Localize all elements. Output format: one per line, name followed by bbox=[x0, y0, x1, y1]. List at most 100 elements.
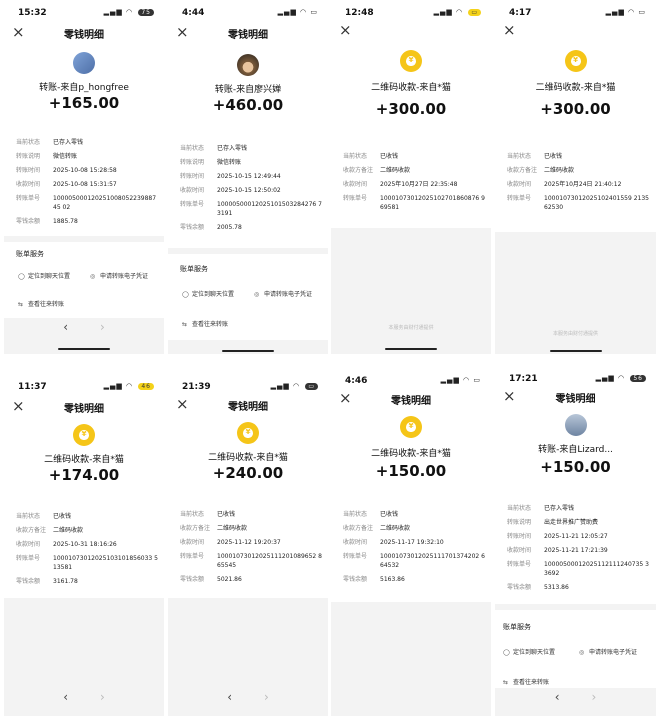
transfer-history-link[interactable]: ⇆ 查看往来转账 bbox=[182, 320, 228, 329]
detail-row: 收款方备注 二维码收款 bbox=[180, 525, 248, 532]
home-indicator bbox=[222, 350, 274, 352]
status-time: 12:48 bbox=[345, 8, 374, 18]
amount: +460.00 bbox=[212, 96, 284, 114]
prev-arrow-icon[interactable]: ‹ bbox=[227, 690, 232, 704]
status-time: 17:21 bbox=[509, 374, 538, 384]
prev-arrow-icon[interactable]: ‹ bbox=[63, 690, 68, 704]
nav-bar: × 零钱明细 bbox=[168, 22, 328, 44]
detail-row: 转账单号 10001073012025111701374202 664532 bbox=[343, 553, 485, 569]
sender-name: 二维码收款-来自*猫 bbox=[371, 83, 451, 93]
detail-row: 转账说明 微信转账 bbox=[16, 153, 78, 160]
detail-list: 当前状态 已收钱 收款方备注 二维码收款 收款时间 2025-11-12 19:20:… bbox=[180, 510, 322, 589]
detail-row: 转账单号 10000500012025100805223988745 02 bbox=[16, 195, 157, 211]
detail-row: 当前状态 已收钱 bbox=[343, 153, 399, 160]
bottom-area bbox=[331, 602, 491, 716]
amount: +300.00 bbox=[375, 100, 447, 118]
nav-bar: × 零钱明细 bbox=[331, 388, 491, 410]
prev-arrow-icon[interactable]: ‹ bbox=[555, 690, 560, 704]
signal-wifi-battery-icon: ▂▄▆ ◠ ▭ bbox=[440, 376, 481, 384]
transfer-history-link[interactable]: ⇆ 查看往来转账 bbox=[503, 678, 549, 687]
chat-icon: ◯ bbox=[18, 273, 25, 280]
detail-row: 收款方备注 二维码收款 bbox=[507, 167, 575, 174]
detail-row: 收款方备注 二维码收款 bbox=[16, 527, 84, 534]
status-time: 4:17 bbox=[509, 8, 532, 18]
locate-chat-link[interactable]: ◯ 定位到聊天位置 bbox=[18, 272, 70, 281]
status-bar: 4:44 ▂▄▆ ◠ ▭ bbox=[168, 2, 328, 24]
sender-name: 转账-来自p_hongfree bbox=[39, 83, 129, 93]
page-title: 零钱明细 bbox=[64, 404, 104, 415]
detail-row: 零钱余额 5313.86 bbox=[507, 584, 569, 591]
detail-row: 当前状态 已收钱 bbox=[16, 513, 72, 520]
signal-wifi-battery-icon: ▂▄▆ ◠ ▭ bbox=[277, 8, 318, 16]
detail-row: 零钱余额 5163.86 bbox=[343, 576, 405, 583]
status-time: 21:39 bbox=[182, 382, 211, 392]
detail-row: 收款方备注 二维码收款 bbox=[343, 525, 411, 532]
money-bag-icon bbox=[400, 416, 422, 438]
detail-row: 收款方备注 二维码收款 bbox=[343, 167, 411, 174]
home-indicator bbox=[385, 348, 437, 350]
detail-row: 当前状态 已存入零钱 bbox=[180, 145, 248, 152]
detail-row: 零钱余额 1885.78 bbox=[16, 218, 78, 225]
status-time: 4:44 bbox=[182, 8, 205, 18]
detail-row: 零钱余额 2005.78 bbox=[180, 224, 242, 231]
service-title: 账单服务 bbox=[503, 623, 531, 631]
next-arrow-icon[interactable]: › bbox=[100, 320, 105, 334]
close-icon[interactable]: × bbox=[503, 21, 516, 39]
detail-row: 转账单号 10001073012025103101856033 513581 bbox=[16, 555, 158, 571]
pager: ‹ › bbox=[4, 690, 164, 704]
divider bbox=[168, 248, 328, 254]
money-bag-icon bbox=[400, 50, 422, 72]
pager: ‹ › bbox=[495, 690, 656, 704]
money-bag-icon bbox=[73, 424, 95, 446]
signal-wifi-battery-icon: ▂▄▆ ◠ ▭ bbox=[271, 382, 318, 390]
detail-row: 当前状态 已收钱 bbox=[507, 153, 563, 160]
detail-row: 收款时间 2025-10-08 15:31:57 bbox=[16, 181, 117, 188]
detail-list: 当前状态 已存入零钱 转账说明 出走世界推广赞助费 转账时间 2025-11-21 1… bbox=[507, 504, 650, 597]
nav-bar: × bbox=[331, 20, 491, 42]
nav-bar: × 零钱明细 bbox=[168, 394, 328, 416]
detail-row: 收款时间 2025年10月27日 22:35:48 bbox=[343, 181, 458, 188]
close-icon[interactable]: × bbox=[339, 21, 352, 39]
detail-row: 转账单号 10001073012025111201089652 865545 bbox=[180, 553, 322, 569]
sender-name: 转账-来自廖兴婵 bbox=[214, 85, 282, 95]
detail-row: 零钱余额 5021.86 bbox=[180, 576, 242, 583]
detail-list: 当前状态 已存入零钱 转账说明 微信转账 转账时间 2025-10-08 15:28:… bbox=[16, 138, 158, 231]
locate-chat-link[interactable]: ◯ 定位到聊天位置 bbox=[182, 290, 244, 299]
sender-name: 二维码收款-来自*猫 bbox=[535, 83, 616, 93]
avatar bbox=[237, 54, 259, 76]
prev-arrow-icon[interactable]: ‹ bbox=[63, 320, 68, 334]
signal-wifi-battery-icon: ▂▄▆ ◠ 46 bbox=[104, 382, 154, 390]
next-arrow-icon[interactable]: › bbox=[100, 690, 105, 704]
sender-name: 二维码收款-来自*猫 bbox=[371, 449, 451, 459]
locate-chat-link[interactable]: ◯ 定位到聊天位置 bbox=[503, 648, 555, 657]
status-time: 11:37 bbox=[18, 382, 47, 392]
detail-list: 当前状态 已收钱 收款方备注 二维码收款 收款时间 2025-10-31 18:16:… bbox=[16, 512, 158, 591]
apply-voucher-link[interactable]: ◎ 申请转账电子凭证 bbox=[254, 290, 324, 299]
detail-row: 转账说明 微信转账 bbox=[180, 159, 242, 166]
transfer-icon: ⇆ bbox=[182, 321, 188, 328]
amount: +150.00 bbox=[375, 462, 447, 480]
page-title: 零钱明细 bbox=[228, 402, 268, 413]
amount: +165.00 bbox=[48, 94, 120, 112]
footer-note: 本服务由财付通提供 bbox=[552, 331, 598, 337]
next-arrow-icon[interactable]: › bbox=[264, 690, 269, 704]
transfer-history-link[interactable]: ⇆ 查看往来转账 bbox=[18, 300, 64, 309]
detail-row: 零钱余额 3161.78 bbox=[16, 578, 78, 585]
signal-wifi-battery-icon: ▂▄▆ ◠ ▭ bbox=[605, 8, 646, 16]
detail-row: 转账时间 2025-10-15 12:49:44 bbox=[180, 173, 281, 180]
home-indicator bbox=[549, 350, 602, 352]
divider bbox=[495, 604, 656, 610]
chat-icon: ◯ bbox=[503, 649, 510, 656]
bottom-area bbox=[331, 228, 491, 354]
next-arrow-icon[interactable]: › bbox=[592, 690, 597, 704]
pager: ‹ › bbox=[4, 320, 164, 334]
receipt-panel-2: 4:44 ▂▄▆ ◠ ▭ × 零钱明细 转账-来自廖兴婵 +460.00 当前状… bbox=[168, 2, 328, 354]
amount: +300.00 bbox=[540, 100, 611, 118]
apply-voucher-link[interactable]: ◎ 申请转账电子凭证 bbox=[90, 272, 160, 281]
apply-voucher-link[interactable]: ◎ 申请转账电子凭证 bbox=[579, 648, 653, 657]
detail-list: 当前状态 已收钱 收款方备注 二维码收款 收款时间 2025年10月24日 21:40… bbox=[507, 152, 650, 217]
footer-note: 本服务由财付通提供 bbox=[388, 325, 434, 331]
detail-row: 转账说明 出走世界推广赞助费 bbox=[507, 519, 599, 526]
receipt-panel-6: 21:39 ▂▄▆ ◠ ▭ × 零钱明细 二维码收款-来自*猫 +240.00 … bbox=[168, 376, 328, 716]
detail-row: 当前状态 已存入零钱 bbox=[507, 505, 575, 512]
